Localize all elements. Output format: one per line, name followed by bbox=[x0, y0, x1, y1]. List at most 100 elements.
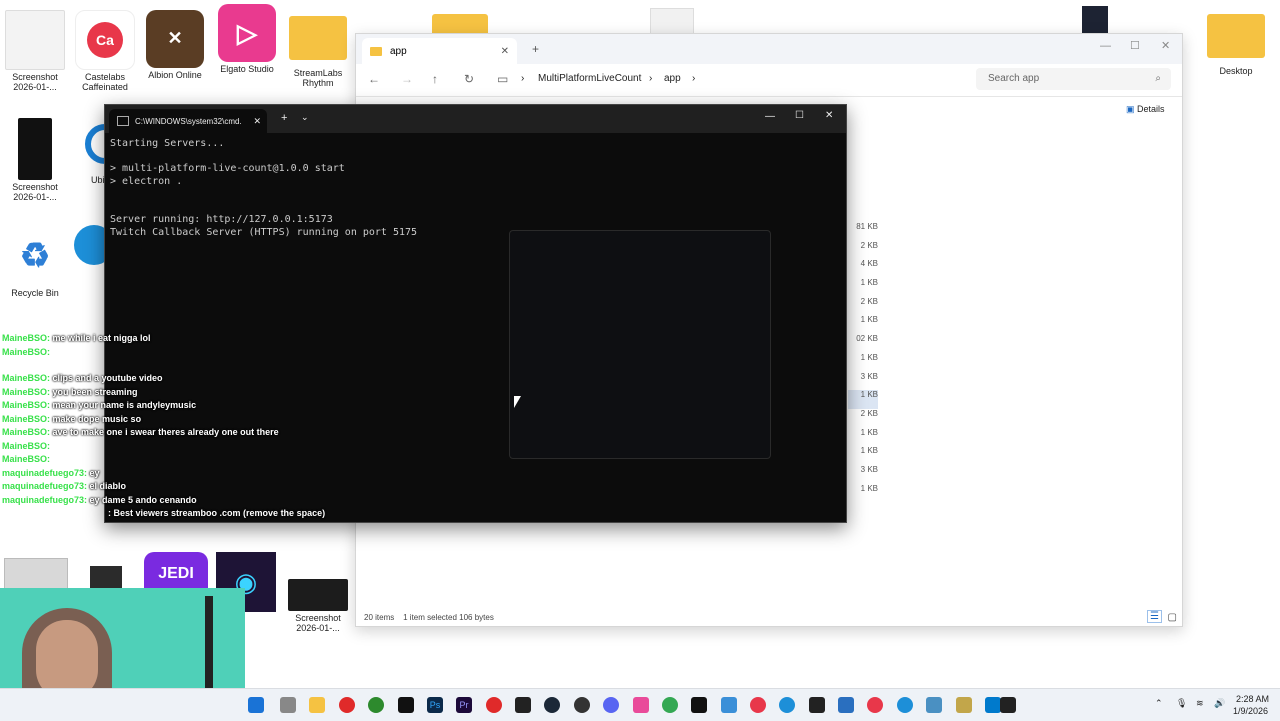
refresh-icon[interactable]: ↻ bbox=[464, 72, 474, 86]
desktop-icon-label: Albion Online bbox=[148, 70, 202, 80]
microphone-icon[interactable]: 🎙 bbox=[1176, 698, 1187, 709]
window-thumbnail-icon[interactable] bbox=[4, 558, 68, 590]
terminal-line: > electron . bbox=[110, 176, 183, 187]
desktop-icon-elgato-studio[interactable]: ▷ Elgato Studio bbox=[212, 4, 282, 75]
terminal-tab[interactable]: C:\WINDOWS\system32\cmd. ✕ bbox=[109, 109, 267, 133]
start-windows-icon[interactable] bbox=[248, 697, 264, 713]
folder-icon bbox=[370, 46, 382, 56]
obs-icon[interactable] bbox=[574, 697, 590, 713]
vscode-icon[interactable] bbox=[985, 697, 1001, 713]
albion-app-icon: ✕ bbox=[146, 10, 204, 68]
new-tab-icon[interactable]: + bbox=[281, 112, 287, 124]
file-size-column: 81 KB 2 KB 4 KB 1 KB 2 KB 1 KB 02 KB 1 KB 3 KB 1 … bbox=[848, 222, 878, 502]
epic-games-icon[interactable] bbox=[515, 697, 531, 713]
maximize-icon[interactable]: ☐ bbox=[795, 110, 804, 121]
terminal-line: Twitch Callback Server (HTTPS) running o… bbox=[110, 227, 418, 238]
desktop-icon-screenshot-2[interactable]: Screenshot 2026-01-... bbox=[0, 118, 70, 203]
minimize-icon[interactable]: — bbox=[1100, 40, 1111, 52]
tiles-view-icon[interactable]: ▢ bbox=[1168, 612, 1177, 623]
forward-arrow-icon[interactable]: → bbox=[401, 72, 413, 86]
cmd-taskbar-icon[interactable] bbox=[1000, 697, 1016, 713]
app-icon[interactable] bbox=[90, 566, 122, 588]
file-size-cell: 3 KB bbox=[860, 464, 878, 474]
close-window-icon[interactable]: ✕ bbox=[825, 110, 833, 121]
terminal-taskbar-icon[interactable] bbox=[809, 697, 825, 713]
new-tab-icon[interactable]: + bbox=[532, 42, 539, 56]
xbox-icon[interactable] bbox=[368, 697, 384, 713]
screenshot-thumb-icon bbox=[5, 10, 65, 70]
edge-icon[interactable] bbox=[779, 697, 795, 713]
app-icon[interactable] bbox=[721, 697, 737, 713]
wifi-icon[interactable]: ≋ bbox=[1196, 698, 1204, 709]
chat-username: MaineBSO: bbox=[2, 454, 51, 464]
chat-text: me while i eat nigga lol bbox=[52, 333, 151, 343]
steam-icon[interactable] bbox=[544, 697, 560, 713]
app-icon[interactable] bbox=[926, 697, 942, 713]
chat-username: MaineBSO: bbox=[2, 400, 51, 410]
chrome-icon[interactable] bbox=[662, 697, 678, 713]
edge-icon[interactable] bbox=[897, 697, 913, 713]
folder-taskbar-icon[interactable] bbox=[309, 697, 325, 713]
chevron-right-icon: › bbox=[521, 73, 525, 84]
file-size-cell: 2 KB bbox=[860, 240, 878, 250]
app-icon[interactable] bbox=[633, 697, 649, 713]
desktop-icon-albion[interactable]: ✕ Albion Online bbox=[140, 10, 210, 81]
close-icon[interactable]: ✕ bbox=[501, 46, 509, 57]
chevron-down-icon[interactable]: ⌄ bbox=[301, 112, 309, 123]
app-icon[interactable] bbox=[838, 697, 854, 713]
maximize-icon[interactable]: ☐ bbox=[1130, 39, 1140, 52]
chat-overlay: MaineBSO: me while i eat nigga lol MaineB… bbox=[0, 0, 325, 518]
premiere-icon[interactable]: Pr bbox=[456, 697, 472, 713]
close-window-icon[interactable]: ✕ bbox=[1161, 39, 1170, 52]
chat-text: ey dame 5 ando cenando bbox=[89, 495, 197, 505]
chat-message: maquinadefuego73: ey dame 5 ando cenando bbox=[2, 495, 197, 505]
details-button[interactable]: ▣ Details bbox=[1126, 104, 1165, 115]
record-icon[interactable] bbox=[486, 697, 502, 713]
clock-time[interactable]: 2:28 AM bbox=[1236, 694, 1269, 704]
tiktok-icon[interactable] bbox=[691, 697, 707, 713]
chat-text: make dope music so bbox=[52, 414, 142, 424]
photoshop-icon[interactable]: Ps bbox=[427, 697, 443, 713]
desktop-icon-streamlabs-folder[interactable]: StreamLabs Rhythm bbox=[283, 10, 353, 89]
up-arrow-icon[interactable]: ↑ bbox=[432, 72, 438, 86]
dark-thumbnail-icon[interactable] bbox=[1082, 6, 1108, 34]
desktop-icon-screenshot-1[interactable]: Screenshot 2026-01-... bbox=[0, 10, 70, 93]
clock-date[interactable]: 1/9/2026 bbox=[1233, 706, 1268, 716]
terminal-window[interactable]: C:\WINDOWS\system32\cmd. ✕ + ⌄ — ☐ ✕ Sta… bbox=[104, 104, 847, 523]
status-bar: 20 items 1 item selected 106 bytes bbox=[364, 613, 494, 622]
back-arrow-icon[interactable]: ← bbox=[368, 72, 380, 86]
chat-message: maquinadefuego73: ey bbox=[2, 468, 100, 478]
desktop-icon-desktop-folder[interactable]: Desktop bbox=[1201, 10, 1271, 77]
caffeinated-icon[interactable] bbox=[750, 697, 766, 713]
desktop-icon-caffeinated[interactable]: Ca Castelabs Caffeinated bbox=[70, 10, 140, 93]
chevron-up-icon[interactable]: ⌃ bbox=[1155, 698, 1163, 709]
breadcrumb-item[interactable]: app bbox=[664, 73, 681, 84]
search-input[interactable]: Search app ⌕ bbox=[976, 68, 1171, 90]
desktop-icon-recycle-bin[interactable]: ♻ Recycle Bin bbox=[0, 228, 70, 299]
details-pane-icon: ▣ bbox=[1126, 104, 1135, 114]
app-icon[interactable] bbox=[956, 697, 972, 713]
minimize-icon[interactable]: — bbox=[765, 111, 775, 122]
file-size-cell: 1 KB bbox=[860, 483, 878, 493]
volume-icon[interactable]: 🔊 bbox=[1214, 698, 1225, 709]
discord-icon[interactable] bbox=[603, 697, 619, 713]
breadcrumb-item[interactable]: MultiPlatformLiveCount bbox=[538, 73, 641, 84]
chat-message: MaineBSO: make dope music so bbox=[2, 414, 141, 424]
file-explorer-taskbar-icon[interactable] bbox=[280, 697, 296, 713]
capcut-icon[interactable] bbox=[398, 697, 414, 713]
opera-icon[interactable] bbox=[339, 697, 355, 713]
chat-username: maquinadefuego73: bbox=[2, 468, 88, 478]
monitor-icon: ▭ bbox=[497, 72, 509, 86]
chat-message: MaineBSO: bbox=[2, 347, 50, 357]
caffeinated-icon[interactable] bbox=[867, 697, 883, 713]
file-size-cell: 4 KB bbox=[860, 259, 878, 269]
details-view-icon[interactable]: ☰ bbox=[1147, 610, 1162, 623]
explorer-tab-title: app bbox=[390, 45, 407, 57]
caffeinated-app-icon: Ca bbox=[75, 10, 135, 70]
chat-text: ey bbox=[89, 468, 100, 478]
close-icon[interactable]: ✕ bbox=[253, 116, 261, 127]
jedi-app-icon[interactable]: JEDI bbox=[144, 552, 208, 588]
explorer-tab[interactable]: app ✕ bbox=[362, 38, 517, 64]
desktop-icon-screenshot-3[interactable]: Screenshot 2026-01-... bbox=[283, 579, 353, 634]
chat-message: MaineBSO: clips and a youtube video bbox=[2, 373, 163, 383]
